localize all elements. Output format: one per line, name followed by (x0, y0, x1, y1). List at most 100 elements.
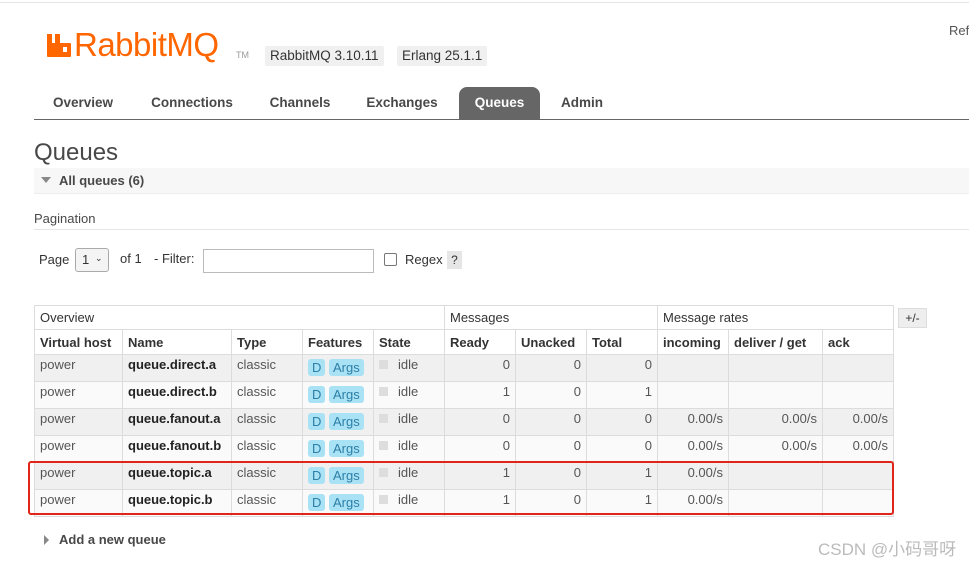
cell-deliver-get (728, 354, 823, 382)
cell-ack (822, 489, 894, 517)
cell-incoming: 0.00/s (657, 435, 729, 463)
cell-vhost: power (34, 381, 123, 409)
col-ack[interactable]: ack (822, 329, 894, 355)
args-badge: Args (329, 413, 364, 430)
queues-table: Overview Messages Message rates Virtual … (34, 305, 894, 517)
add-new-queue-toggle[interactable]: Add a new queue (44, 532, 166, 547)
tab-admin[interactable]: Admin (552, 87, 612, 119)
table-row: power queue.topic.b classic D Args idle … (34, 489, 894, 517)
queue-name-link[interactable]: queue.topic.a (122, 462, 232, 490)
refresh-label[interactable]: Ref (949, 23, 969, 38)
queue-name-link[interactable]: queue.topic.b (122, 489, 232, 517)
cell-ack (822, 381, 894, 409)
cell-type: classic (231, 381, 303, 409)
table-row: power queue.fanout.b classic D Args idle… (34, 435, 894, 463)
watermark: CSDN @小码哥呀 (818, 540, 957, 559)
tab-overview[interactable]: Overview (39, 87, 127, 119)
col-total[interactable]: Total (586, 329, 658, 355)
col-virtual-host[interactable]: Virtual host (34, 329, 123, 355)
main-tabs: Overview Connections Channels Exchanges … (34, 87, 969, 120)
durable-badge: D (308, 359, 326, 376)
cell-deliver-get (728, 462, 823, 490)
cell-state: idle (373, 354, 445, 382)
logo-trademark: TM (236, 50, 249, 60)
cell-total: 0 (586, 435, 658, 463)
col-state[interactable]: State (373, 329, 445, 355)
col-unacked[interactable]: Unacked (515, 329, 587, 355)
page-count-label: of 1 (120, 251, 142, 266)
cell-type: classic (231, 408, 303, 436)
col-ready[interactable]: Ready (444, 329, 516, 355)
cell-ack: 0.00/s (822, 435, 894, 463)
cell-ack (822, 354, 894, 382)
cell-state: idle (373, 462, 445, 490)
col-type[interactable]: Type (231, 329, 303, 355)
all-queues-label: All queues (6) (59, 173, 145, 188)
page-title: Queues (34, 139, 119, 166)
page-select[interactable]: 1 ⌄ (75, 248, 109, 272)
args-badge: Args (329, 467, 364, 484)
cell-incoming: 0.00/s (657, 462, 729, 490)
pagination-label: Pagination (34, 211, 96, 226)
regex-checkbox[interactable] (384, 253, 397, 266)
cell-features: D Args (302, 435, 374, 463)
tab-exchanges[interactable]: Exchanges (356, 87, 448, 119)
chevron-down-icon: ⌄ (95, 253, 103, 263)
tab-queues[interactable]: Queues (459, 87, 540, 119)
state-text: idle (398, 384, 419, 399)
cell-ack (822, 462, 894, 490)
cell-ready: 1 (444, 489, 516, 517)
col-name[interactable]: Name (122, 329, 232, 355)
queue-name-link[interactable]: queue.direct.a (122, 354, 232, 382)
state-text: idle (398, 492, 419, 507)
state-text: idle (398, 357, 419, 372)
page-label: Page (39, 252, 70, 267)
cell-unacked: 0 (515, 354, 587, 382)
durable-badge: D (308, 386, 326, 403)
tab-connections[interactable]: Connections (140, 87, 244, 119)
rabbitmq-version: RabbitMQ 3.10.11 (265, 46, 384, 66)
state-text: idle (398, 438, 419, 453)
state-indicator-icon (379, 360, 388, 369)
logo-text: RabbitMQ (74, 26, 219, 63)
page-select-value: 1 (82, 252, 90, 267)
cell-total: 1 (586, 462, 658, 490)
group-header-message-rates: Message rates (657, 305, 894, 330)
cell-unacked: 0 (515, 489, 587, 517)
cell-vhost: power (34, 435, 123, 463)
col-deliver-get[interactable]: deliver / get (728, 329, 823, 355)
rabbit-logo-icon (47, 34, 71, 57)
cell-features: D Args (302, 354, 374, 382)
cell-total: 1 (586, 381, 658, 409)
state-text: idle (398, 465, 419, 480)
cell-type: classic (231, 462, 303, 490)
tab-channels[interactable]: Channels (259, 87, 341, 119)
queue-name-link[interactable]: queue.fanout.b (122, 435, 232, 463)
cell-incoming: 0.00/s (657, 489, 729, 517)
column-toggle-button[interactable]: +/- (898, 308, 927, 328)
queue-name-link[interactable]: queue.fanout.a (122, 408, 232, 436)
table-row: power queue.direct.b classic D Args idle… (34, 381, 894, 409)
cell-total: 1 (586, 489, 658, 517)
cell-total: 0 (586, 408, 658, 436)
cell-ready: 0 (444, 435, 516, 463)
erlang-version: Erlang 25.1.1 (397, 46, 488, 66)
cell-incoming: 0.00/s (657, 408, 729, 436)
cell-unacked: 0 (515, 408, 587, 436)
queue-name-link[interactable]: queue.direct.b (122, 381, 232, 409)
durable-badge: D (308, 440, 326, 457)
cell-state: idle (373, 408, 445, 436)
filter-label: - Filter: (154, 251, 195, 266)
pagination-divider (34, 229, 969, 230)
help-button[interactable]: ? (447, 251, 462, 269)
table-row: power queue.direct.a classic D Args idle… (34, 354, 894, 382)
filter-input[interactable] (203, 249, 374, 273)
cell-deliver-get: 0.00/s (728, 408, 823, 436)
cell-deliver-get (728, 381, 823, 409)
durable-badge: D (308, 413, 326, 430)
cell-vhost: power (34, 354, 123, 382)
state-indicator-icon (379, 468, 388, 477)
all-queues-section-toggle[interactable]: All queues (6) (34, 168, 969, 194)
col-incoming[interactable]: incoming (657, 329, 729, 355)
args-badge: Args (329, 494, 364, 511)
